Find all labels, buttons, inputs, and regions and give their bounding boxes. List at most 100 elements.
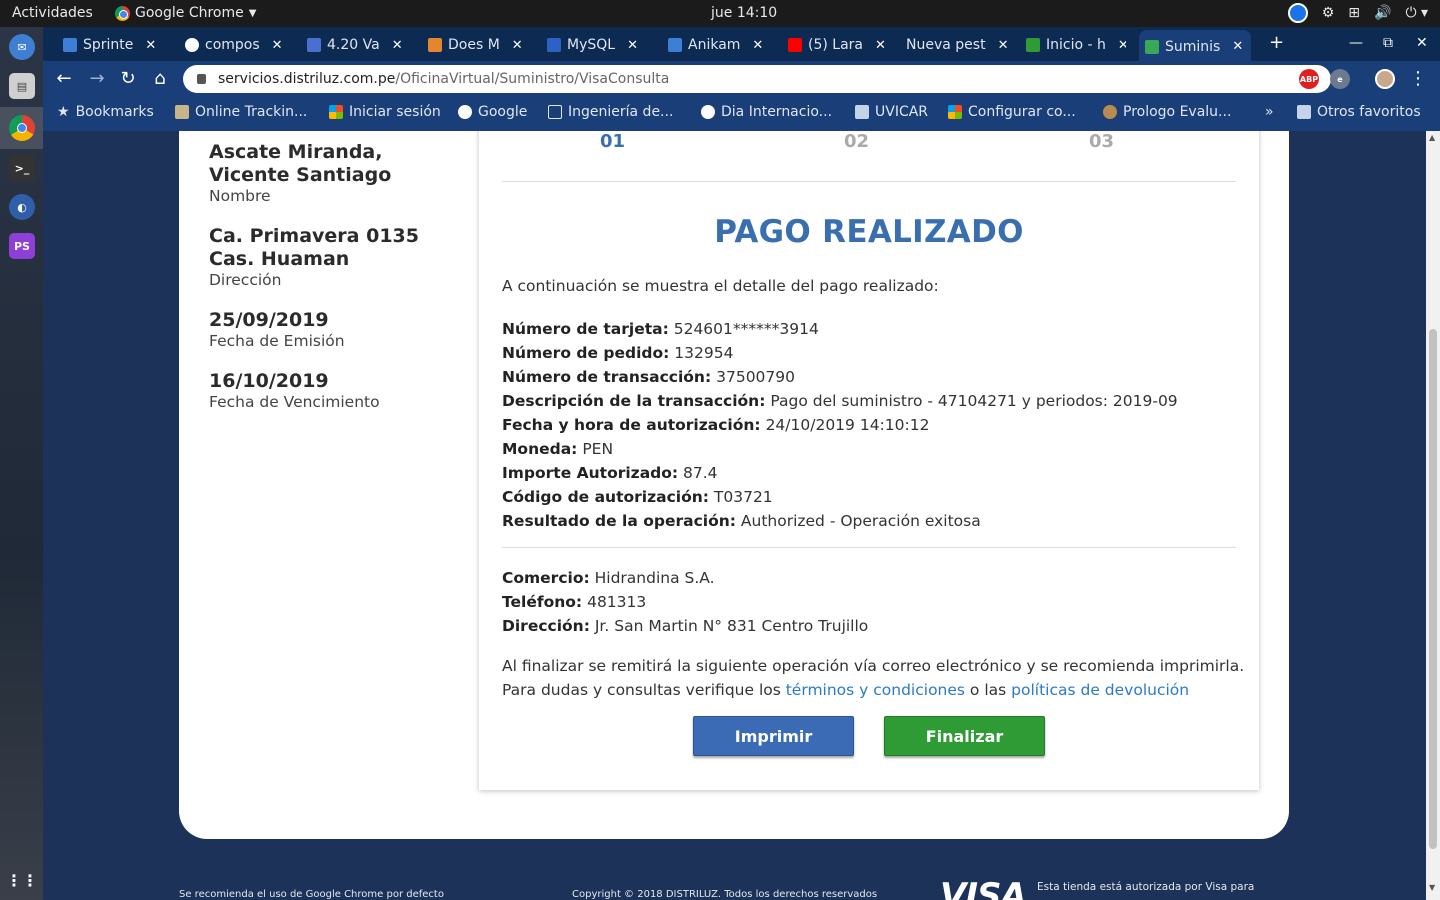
clock[interactable]: jue 14:10 <box>711 5 777 21</box>
app-icon[interactable]: ◐ <box>9 194 35 220</box>
due-date-label: Fecha de Vencimiento <box>209 393 380 411</box>
bookmark-item[interactable]: ★ Bookmarks <box>57 104 154 120</box>
avatar[interactable] <box>1375 69 1395 89</box>
new-tab-button[interactable]: + <box>1269 32 1284 53</box>
network-icon[interactable]: ⊞ <box>1348 5 1360 21</box>
close-icon[interactable]: ✕ <box>627 38 638 53</box>
bookmark-item[interactable]: Dia Internacio... <box>701 104 832 120</box>
close-icon[interactable]: ✕ <box>752 38 763 53</box>
note-line-1: Al finalizar se remitirá la siguiente op… <box>502 657 1245 675</box>
close-icon[interactable]: ✕ <box>392 38 403 53</box>
forward-button[interactable]: → <box>86 68 108 89</box>
bookmark-folder[interactable]: UVICAR <box>855 104 928 120</box>
detail-row: Código de autorización: T03721 <box>502 485 1178 509</box>
terms-link[interactable]: términos y condiciones <box>786 681 965 699</box>
customer-address-block: Ca. Primavera 0135 Cas. Huaman Dirección <box>209 225 459 289</box>
activities-button[interactable]: Actividades <box>12 5 93 21</box>
tab[interactable]: Anikam ✕ <box>668 35 768 55</box>
visa-logo: VISA <box>940 876 1027 900</box>
bookmark-label: Iniciar sesión <box>349 104 441 120</box>
adblock-icon[interactable]: ABP <box>1299 69 1319 89</box>
volume-icon[interactable]: 🔊 <box>1374 5 1391 21</box>
minimize-button[interactable]: — <box>1349 35 1363 51</box>
teamviewer-icon[interactable] <box>1287 3 1308 23</box>
detail-label: Número de transacción: <box>502 368 712 386</box>
close-window-button[interactable]: ✕ <box>1416 35 1428 51</box>
returns-policy-link[interactable]: políticas de devolución <box>1011 681 1189 699</box>
bookmark-item[interactable]: Google <box>458 104 527 120</box>
menu-icon[interactable]: ⋮ <box>1407 68 1429 89</box>
power-icon[interactable]: ⏻ ▾ <box>1405 5 1428 21</box>
tab[interactable]: compos ✕ <box>185 35 285 55</box>
close-icon[interactable]: ✕ <box>272 38 283 53</box>
page-title: PAGO REALIZADO <box>714 214 1024 250</box>
address-bar[interactable]: servicios.distriluz.com.pe/OficinaVirtua… <box>183 65 1331 93</box>
merchant-name: Hidrandina S.A. <box>594 569 715 587</box>
close-icon[interactable]: ✕ <box>998 38 1009 53</box>
detail-row: Número de transacción: 37500790 <box>502 365 1178 389</box>
tools-icon[interactable]: ⚙ <box>1322 5 1335 21</box>
maximize-button[interactable]: ⧉ <box>1383 35 1393 51</box>
tab-favicon-icon <box>63 38 77 52</box>
bookmark-folder[interactable]: Otros favoritos <box>1297 104 1421 120</box>
visa-note: Esta tienda está autorizada por Visa par… <box>1037 881 1255 893</box>
tab-active[interactable]: Suminis ✕ <box>1139 30 1251 61</box>
tab[interactable]: Inicio - h ✕ <box>1026 35 1126 55</box>
back-button[interactable]: ← <box>53 68 75 89</box>
tab[interactable]: (5) Lara ✕ <box>788 35 888 55</box>
tab-label: Sprinte <box>83 37 134 53</box>
merchant-row: Dirección: Jr. San Martin N° 831 Centro … <box>502 614 868 638</box>
bookmark-item[interactable]: Online Trackin... <box>175 104 307 120</box>
app-menu[interactable]: Google Chrome ▼ <box>115 5 256 21</box>
star-icon: ★ <box>57 104 70 120</box>
tab[interactable]: Nueva pest ✕ <box>906 35 1011 55</box>
files-icon[interactable]: ▤ <box>9 73 35 99</box>
bookmark-item[interactable]: Configurar co... <box>948 104 1076 120</box>
close-icon[interactable]: ✕ <box>875 38 886 53</box>
tab-favicon-icon <box>1026 38 1040 52</box>
order-number: 132954 <box>674 344 734 362</box>
close-icon[interactable]: ✕ <box>145 38 156 53</box>
bookmark-item[interactable]: Ingeniería de... <box>548 104 673 120</box>
merchant-address: Jr. San Martin N° 831 Centro Trujillo <box>594 617 869 635</box>
show-apps-icon[interactable]: ⋮⋮ <box>6 867 38 893</box>
microsoft-icon <box>329 105 343 119</box>
close-icon[interactable]: ✕ <box>1232 39 1243 54</box>
tab[interactable]: MySQL ✕ <box>547 35 647 55</box>
close-icon[interactable]: ✕ <box>512 38 523 53</box>
close-icon[interactable]: ✕ <box>1118 38 1126 53</box>
reload-button[interactable]: ↻ <box>117 68 139 89</box>
terminal-icon[interactable]: >_ <box>9 155 35 181</box>
tab[interactable]: 4.20 Va ✕ <box>307 35 407 55</box>
bookmark-item[interactable]: Iniciar sesión <box>329 104 441 120</box>
bookmark-label: UVICAR <box>875 104 929 120</box>
authorization-code: T03721 <box>713 488 773 506</box>
more-bookmarks-button[interactable]: » <box>1265 104 1274 120</box>
page-scrollbar[interactable]: ▲ ▼ <box>1426 131 1440 900</box>
thunderbird-icon[interactable]: ✉ <box>9 34 35 60</box>
chrome-icon[interactable] <box>9 115 35 141</box>
scroll-down-icon[interactable]: ▼ <box>1429 883 1435 892</box>
detail-label: Resultado de la operación: <box>502 512 736 530</box>
merchant-phone: 481313 <box>587 593 647 611</box>
bookmark-label: Bookmarks <box>75 104 154 120</box>
home-button[interactable]: ⌂ <box>149 68 171 89</box>
extension-icon[interactable]: e <box>1330 69 1350 89</box>
tab-favicon-icon <box>668 38 682 52</box>
print-button[interactable]: Imprimir <box>693 716 854 756</box>
microsoft-icon <box>948 105 962 119</box>
card-number: 524601******3914 <box>673 320 819 338</box>
scrollbar-thumb[interactable] <box>1429 329 1437 849</box>
authorization-datetime: 24/10/2019 14:10:12 <box>765 416 930 434</box>
tab[interactable]: Does M ✕ <box>428 35 528 55</box>
tab[interactable]: Sprinte ✕ <box>63 35 163 55</box>
bookmark-item[interactable]: Prologo Evalu... <box>1103 104 1231 120</box>
finish-button[interactable]: Finalizar <box>884 716 1045 756</box>
scroll-up-icon[interactable]: ▲ <box>1429 133 1435 142</box>
tab-label: Does M <box>448 37 500 53</box>
currency: PEN <box>582 440 614 458</box>
bookmark-label: Configurar co... <box>968 104 1076 120</box>
phpstorm-icon[interactable]: PS <box>9 233 35 259</box>
dock: ✉ ▤ >_ ◐ PS ⋮⋮ <box>0 27 43 900</box>
divider <box>502 547 1236 548</box>
